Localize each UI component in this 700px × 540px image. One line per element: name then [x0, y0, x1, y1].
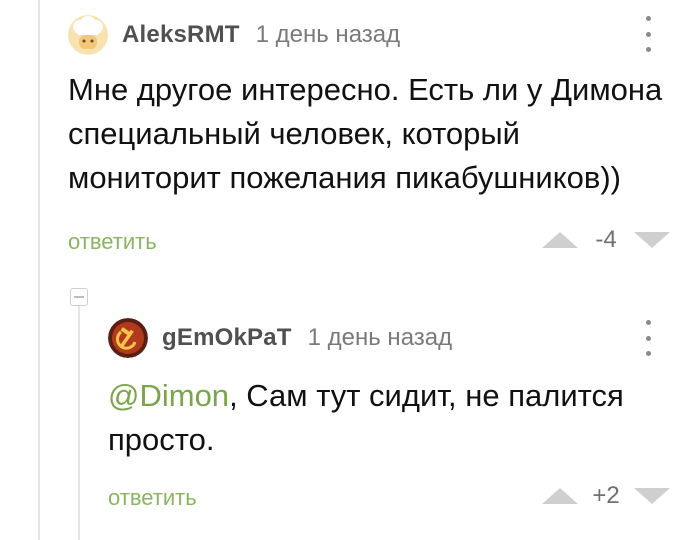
chef-avatar-icon[interactable] — [68, 15, 108, 55]
rating-value: +2 — [592, 482, 620, 509]
upvote-arrow-icon[interactable] — [542, 232, 578, 248]
vote-controls: -4 — [542, 226, 670, 254]
vote-controls: +2 — [542, 482, 670, 510]
comment-text: Мне другое интересно. Есть ли у Димона с… — [68, 72, 663, 195]
reply-thread-line — [78, 306, 80, 540]
timestamp: 1 день назад — [255, 21, 401, 48]
user-mention-link[interactable]: @Dimon — [108, 378, 229, 413]
reply-link[interactable]: ответить — [108, 485, 197, 511]
reply-link[interactable]: ответить — [68, 229, 157, 255]
downvote-arrow-icon[interactable] — [634, 488, 670, 504]
comment-text: @Dimon, Сам тут сидит, не палится просто… — [108, 374, 668, 462]
thread-line — [38, 0, 40, 540]
username[interactable]: AleksRMT — [122, 21, 240, 49]
timestamp: 1 день назад — [307, 324, 453, 351]
reply-comment: gEmOkPaT 1 день назад @Dimon, Сам тут си… — [108, 310, 700, 540]
collapse-thread-icon[interactable] — [70, 288, 88, 306]
username[interactable]: gEmOkPaT — [162, 324, 292, 352]
comment-header: gEmOkPaT 1 день назад — [108, 318, 452, 358]
downvote-arrow-icon[interactable] — [634, 232, 670, 248]
more-options-icon[interactable] — [642, 320, 654, 356]
more-options-icon[interactable] — [642, 16, 654, 52]
rating-value: -4 — [595, 226, 617, 253]
comment: AleksRMT 1 день назад Мне другое интерес… — [68, 0, 700, 270]
hammer-sickle-avatar-icon[interactable] — [108, 318, 148, 358]
comment-header: AleksRMT 1 день назад — [68, 15, 400, 55]
upvote-arrow-icon[interactable] — [542, 488, 578, 504]
